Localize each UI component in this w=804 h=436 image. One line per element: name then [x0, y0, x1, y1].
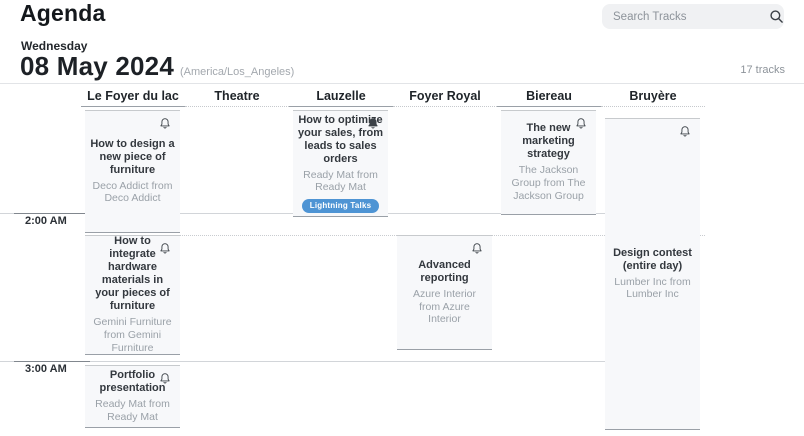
hour-line-gutter: [14, 213, 90, 214]
date-label: 08 May 2024: [20, 51, 174, 81]
column-header-lauzelle: Lauzelle: [289, 88, 393, 107]
event-title: Design contest (entire day): [610, 247, 695, 273]
event-card[interactable]: Design contest (entire day) Lumber Inc fr…: [605, 118, 700, 430]
time-label: 3:00 AM: [25, 363, 67, 375]
agenda-grid: 2:00 AM 3:00 AM Le Foyer du lac How to desi…: [0, 88, 804, 436]
time-label: 2:00 AM: [25, 215, 67, 227]
bell-outline-icon[interactable]: [679, 125, 691, 143]
column-header-foyer-royal: Foyer Royal: [393, 88, 497, 107]
bell-outline-icon[interactable]: [159, 372, 171, 390]
hour-line-gutter: [14, 361, 90, 362]
search-icon[interactable]: [769, 9, 784, 24]
divider: [0, 83, 804, 84]
bell-outline-icon[interactable]: [575, 117, 587, 135]
event-speaker: Gemini Furniture from Gemini Furniture: [90, 316, 175, 354]
lightning-talks-badge: Lightning Talks: [302, 199, 380, 213]
date-row: 08 May 2024 (America/Los_Angeles): [20, 51, 294, 82]
bell-outline-icon[interactable]: [159, 242, 171, 260]
bell-outline-icon[interactable]: [159, 117, 171, 135]
event-card[interactable]: Advanced reporting Azure Interior from Az…: [397, 235, 492, 350]
event-card[interactable]: How to design a new piece of furniture De…: [85, 110, 180, 233]
event-speaker: Azure Interior from Azure Interior: [402, 288, 487, 326]
event-card[interactable]: How to optimize your sales, from leads t…: [293, 110, 388, 217]
search-input[interactable]: [611, 10, 769, 24]
page-title: Agenda: [20, 0, 106, 27]
event-card[interactable]: Portfolio presentationReady Mat from Rea…: [85, 365, 180, 428]
column-header-le-foyer-du-lac: Le Foyer du lac: [81, 88, 185, 107]
event-speaker: Ready Mat from Ready Mat: [90, 398, 175, 424]
bell-filled-icon[interactable]: [367, 117, 379, 135]
event-title: How to design a new piece of furniture: [90, 138, 175, 177]
bell-outline-icon[interactable]: [471, 242, 483, 260]
tracks-count: 17 tracks: [740, 64, 785, 76]
timezone-label: (America/Los_Angeles): [180, 66, 294, 78]
column-header-biereau: Biereau: [497, 88, 601, 107]
event-speaker: Deco Addict from Deco Addict: [90, 180, 175, 206]
event-speaker: Lumber Inc from Lumber Inc: [610, 276, 695, 302]
event-title: Advanced reporting: [402, 259, 487, 285]
hour-line: [0, 361, 700, 362]
event-card[interactable]: The new marketing strategyThe Jackson Gr…: [501, 110, 596, 215]
event-speaker: Ready Mat from Ready Mat: [298, 169, 383, 195]
column-header-theatre: Theatre: [185, 88, 289, 107]
event-speaker: The Jackson Group from The Jackson Group: [506, 164, 591, 202]
column-header-bruy-re: Bruyère: [601, 88, 705, 107]
event-card[interactable]: How to integrate hardware materials in y…: [85, 235, 180, 355]
search-tracks-box[interactable]: [602, 4, 784, 29]
